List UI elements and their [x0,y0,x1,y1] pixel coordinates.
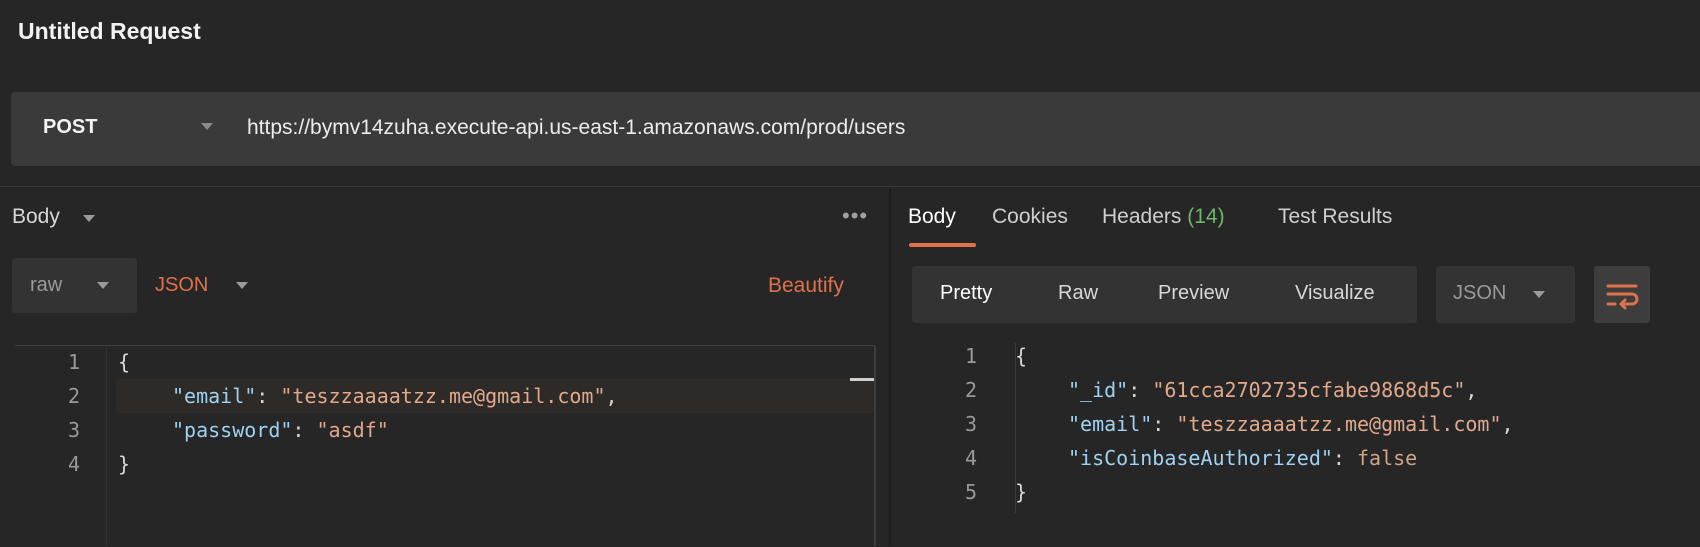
json-colon: : [1332,446,1357,470]
json-string: "teszzaaaatzz.me@gmail.com" [1176,412,1502,436]
code-line: "_id": "61cca2702735cfabe9868d5c", [1068,373,1477,407]
chevron-down-icon [97,282,109,289]
line-number: 2 [67,384,80,408]
json-colon: : [1152,412,1177,436]
chevron-down-icon[interactable] [83,215,95,222]
url-input[interactable]: https://bymv14zuha.execute-api.us-east-1… [247,116,905,140]
line-number: 4 [964,446,977,470]
tab-cookies[interactable]: Cookies [992,205,1068,229]
json-key: "email" [1068,412,1153,436]
json-comma: , [1465,378,1478,402]
code-line: { [118,345,130,379]
line-number: 4 [67,452,80,476]
json-comma: , [605,384,618,408]
json-string: "61cca2702735cfabe9868d5c" [1152,378,1466,402]
code-line: "email": "teszzaaaatzz.me@gmail.com", [172,379,618,413]
code-line: "isCoinbaseAuthorized": false [1068,441,1417,475]
line-number: 1 [964,344,977,368]
json-brace: } [1015,480,1028,504]
tab-headers-label: Headers [1102,205,1182,228]
line-number: 3 [67,418,80,442]
json-string: "teszzaaaatzz.me@gmail.com" [280,384,606,408]
code-line: "email": "teszzaaaatzz.me@gmail.com", [1068,407,1514,441]
request-body-label[interactable]: Body [12,205,60,229]
body-format-select[interactable]: JSON [155,274,208,297]
json-key: "email" [172,384,257,408]
line-number: 1 [67,350,80,374]
chevron-down-icon[interactable] [236,282,248,289]
response-format-select[interactable]: JSON [1436,266,1575,323]
active-tab-indicator [909,243,976,247]
body-mode-label: raw [30,274,63,296]
wrap-lines-button[interactable] [1594,266,1650,323]
response-format-label: JSON [1453,282,1507,304]
code-line: } [1015,475,1027,509]
tab-body[interactable]: Body [908,205,956,229]
gutter-divider [106,346,107,546]
pretty-button[interactable]: Pretty [940,282,992,305]
json-key: "_id" [1068,378,1129,402]
more-options-icon[interactable]: ••• [842,203,868,229]
line-number: 3 [964,412,977,436]
code-line: "password": "asdf" [172,413,389,447]
json-brace: { [1015,344,1028,368]
beautify-button[interactable]: Beautify [768,274,844,298]
tab-test-results[interactable]: Test Results [1278,205,1392,229]
divider [0,186,1700,187]
json-colon: : [256,384,281,408]
chevron-down-icon [1533,291,1545,298]
body-mode-select[interactable]: raw [12,258,137,313]
json-brace: } [118,452,131,476]
json-colon: : [1128,378,1153,402]
tab-headers[interactable]: Headers (14) [1102,205,1225,229]
url-bar: POST https://bymv14zuha.execute-api.us-e… [11,92,1700,166]
method-select[interactable]: POST [43,116,97,139]
request-body-editor[interactable] [15,345,875,547]
pane-divider[interactable] [889,187,891,546]
chevron-down-icon[interactable] [201,123,213,130]
wrap-lines-icon [1606,284,1639,310]
json-key: "password" [172,418,293,442]
scrollbar-marker [850,378,874,381]
preview-button[interactable]: Preview [1158,282,1229,305]
visualize-button[interactable]: Visualize [1295,282,1375,305]
raw-button[interactable]: Raw [1058,282,1098,305]
editor-scrollbar[interactable] [874,346,876,546]
line-number: 2 [964,378,977,402]
json-brace: { [118,350,131,374]
json-key: "isCoinbaseAuthorized" [1068,446,1333,470]
code-line: { [1015,339,1027,373]
json-boolean: false [1357,446,1418,470]
json-comma: , [1501,412,1514,436]
json-colon: : [292,418,317,442]
headers-count-badge: (14) [1187,205,1225,228]
code-line: } [118,447,130,481]
request-title[interactable]: Untitled Request [18,18,201,45]
line-number: 5 [964,480,977,504]
response-view-toolbar: Pretty Raw Preview Visualize [912,266,1417,323]
json-string: "asdf" [316,418,389,442]
